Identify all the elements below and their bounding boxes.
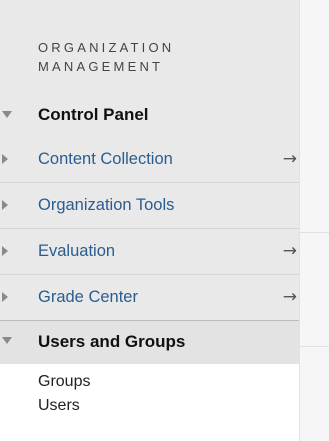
- caret-down-icon: [2, 337, 12, 344]
- sidebar-item-users-and-groups[interactable]: Users and Groups: [0, 320, 299, 364]
- sidebar-item-evaluation[interactable]: Evaluation →: [0, 229, 299, 275]
- control-panel-header[interactable]: Control Panel: [0, 95, 299, 137]
- caret-right-icon: [2, 200, 8, 210]
- sidebar-panel: ORGANIZATION MANAGEMENT Control Panel Co…: [0, 0, 299, 364]
- sidebar-item-label: Organization Tools: [38, 196, 175, 214]
- submenu-item-users[interactable]: Users: [38, 394, 299, 418]
- content-area-edge: [299, 0, 329, 441]
- users-and-groups-label: Users and Groups: [38, 332, 186, 351]
- right-arrow-icon: →: [282, 287, 297, 307]
- caret-right-icon: [2, 246, 8, 256]
- caret-right-icon: [2, 292, 8, 302]
- sidebar-item-organization-tools[interactable]: Organization Tools: [0, 183, 299, 229]
- right-arrow-icon: →: [282, 241, 297, 261]
- right-arrow-icon: →: [282, 149, 297, 169]
- caret-down-icon: [2, 111, 12, 118]
- divider: [300, 346, 329, 347]
- users-and-groups-submenu: Groups Users: [0, 364, 299, 418]
- sidebar-item-content-collection[interactable]: Content Collection →: [0, 137, 299, 183]
- sidebar-item-label: Grade Center: [38, 288, 138, 306]
- control-panel-label: Control Panel: [38, 105, 149, 124]
- page: ORGANIZATION MANAGEMENT Control Panel Co…: [0, 0, 329, 441]
- sidebar-item-grade-center[interactable]: Grade Center →: [0, 275, 299, 320]
- section-title: ORGANIZATION MANAGEMENT: [38, 40, 175, 74]
- control-panel-sidebar: ORGANIZATION MANAGEMENT Control Panel Co…: [0, 0, 299, 441]
- caret-right-icon: [2, 154, 8, 164]
- sidebar-item-label: Evaluation: [38, 242, 116, 260]
- submenu-item-groups[interactable]: Groups: [38, 370, 299, 394]
- divider: [300, 232, 329, 233]
- sidebar-item-label: Content Collection: [38, 150, 173, 168]
